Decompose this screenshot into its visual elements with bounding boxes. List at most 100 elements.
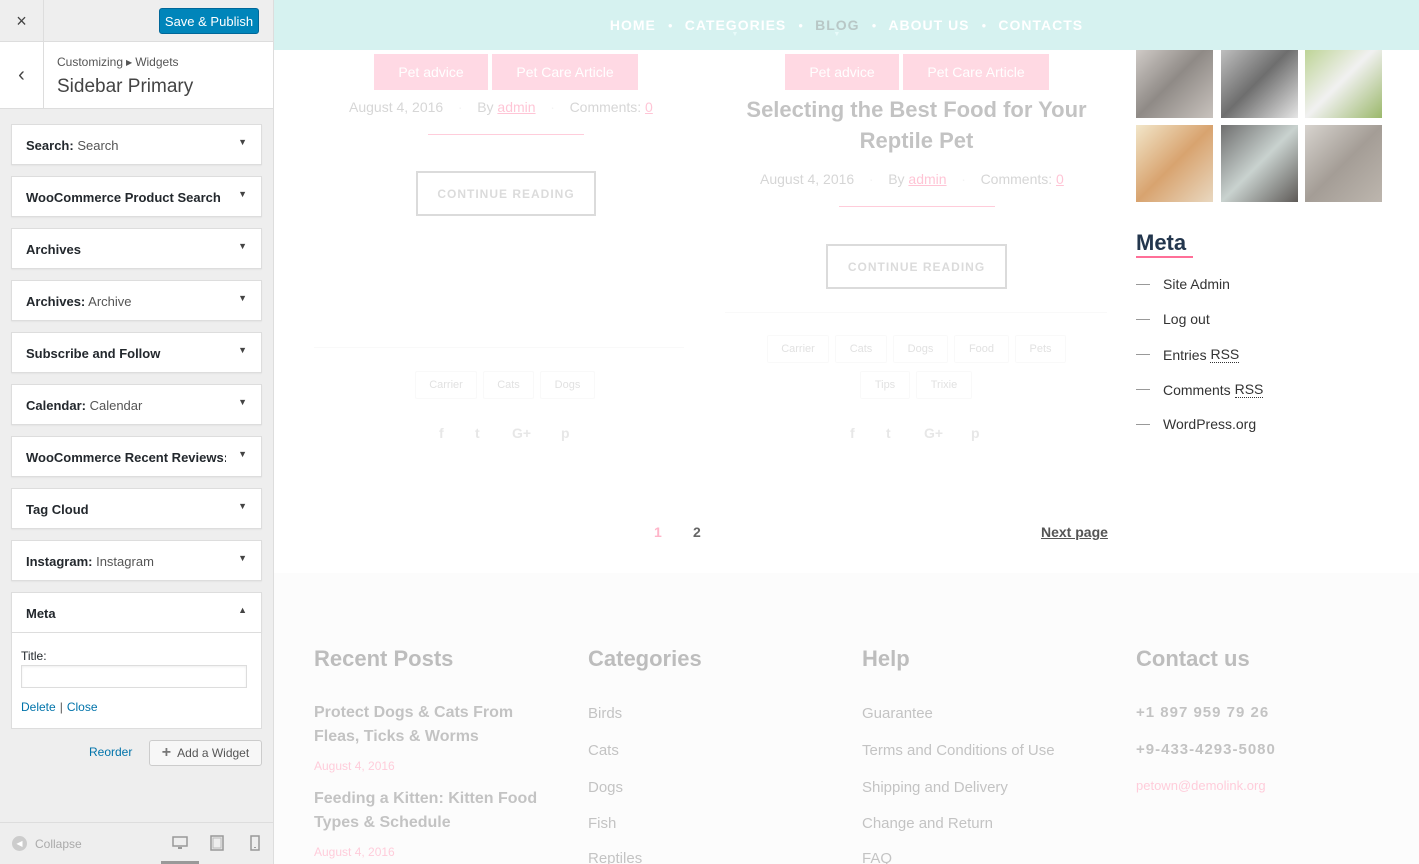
caret-down-icon[interactable]: ▼ [238, 553, 247, 563]
post-category-tag[interactable]: Pet Care Article [492, 54, 638, 90]
google-plus-icon[interactable]: G+ [512, 425, 531, 441]
tag-cloud-item[interactable]: Cats [835, 335, 887, 363]
footer-email-link[interactable]: petown@demolink.org [1136, 778, 1266, 793]
footer-help-link[interactable]: Terms and Conditions of Use [862, 742, 1055, 759]
tag-cloud-item[interactable]: Tips [860, 371, 910, 399]
footer-help-link[interactable]: FAQ [862, 850, 892, 864]
meta-link-site-admin[interactable]: Site Admin [1136, 276, 1230, 292]
widget-name: Archives [26, 242, 81, 257]
nav-contacts[interactable]: CONTACTS [998, 17, 1083, 33]
caret-down-icon[interactable]: ▼ [238, 189, 247, 199]
tag-cloud-item[interactable]: Carrier [415, 371, 477, 399]
footer-help-link[interactable]: Shipping and Delivery [862, 779, 1008, 796]
chevron-down-icon: ▼ [833, 31, 842, 38]
meta-link-log-out[interactable]: Log out [1136, 311, 1210, 327]
tag-cloud-item[interactable]: Dogs [540, 371, 595, 399]
post-comments-link[interactable]: 0 [645, 99, 653, 115]
next-page-link[interactable]: Next page [1041, 524, 1108, 540]
tag-cloud-item[interactable]: Dogs [893, 335, 948, 363]
desktop-preview-icon[interactable] [172, 835, 188, 851]
save-publish-button[interactable]: Save & Publish [159, 8, 259, 34]
add-widget-button[interactable]: + Add a Widget [149, 740, 262, 766]
post-comments-link[interactable]: 0 [1056, 171, 1064, 187]
pagination-page[interactable]: 2 [693, 524, 701, 540]
caret-down-icon[interactable]: ▼ [238, 241, 247, 251]
footer-help-link[interactable]: Guarantee [862, 705, 933, 722]
nav-categories[interactable]: CATEGORIES ▼ [685, 17, 787, 38]
mobile-preview-icon[interactable] [247, 835, 263, 851]
post-author-link[interactable]: admin [497, 99, 535, 115]
widget-meta[interactable]: Meta ▲ [11, 592, 262, 633]
widget-subscribe-follow[interactable]: Subscribe and Follow ▼ [11, 332, 262, 373]
caret-down-icon[interactable]: ▼ [238, 449, 247, 459]
meta-link-comments-rss[interactable]: Comments RSS [1136, 381, 1264, 398]
footer-post-date: August 4, 2016 [314, 759, 395, 773]
tablet-preview-icon[interactable] [209, 835, 225, 851]
caret-down-icon[interactable]: ▼ [238, 293, 247, 303]
reorder-link[interactable]: Reorder [89, 745, 132, 759]
footer-category-link[interactable]: Fish [588, 815, 616, 832]
post-title[interactable]: Selecting the Best Food for Your Reptile… [744, 94, 1089, 156]
widget-woocommerce-recent-reviews[interactable]: WooCommerce Recent Reviews: ... ▼ [11, 436, 262, 477]
instagram-photo[interactable] [1305, 41, 1382, 118]
meta-link-entries-rss[interactable]: Entries RSS [1136, 346, 1240, 363]
nav-home[interactable]: HOME [610, 17, 656, 33]
instagram-photo[interactable] [1136, 125, 1213, 202]
widget-search[interactable]: Search: Search ▼ [11, 124, 262, 165]
continue-reading-button[interactable]: CONTINUE READING [416, 171, 596, 216]
title-input[interactable] [21, 665, 247, 688]
post-category-tag[interactable]: Pet Care Article [903, 54, 1049, 90]
caret-down-icon[interactable]: ▼ [238, 397, 247, 407]
meta-link-label: Comments [1163, 381, 1231, 398]
post-category-tag[interactable]: Pet advice [785, 54, 899, 90]
nav-blog[interactable]: BLOG ▼ [815, 17, 859, 38]
widget-name: Tag Cloud [26, 502, 89, 517]
footer-category-link[interactable]: Cats [588, 742, 619, 759]
collapse-button[interactable]: ◀ Collapse [12, 836, 82, 851]
footer-category-link[interactable]: Birds [588, 705, 622, 722]
footer-post-link[interactable]: Protect Dogs & Cats From Fleas, Ticks & … [314, 701, 554, 749]
instagram-photo[interactable] [1221, 125, 1298, 202]
footer-post-link[interactable]: Feeding a Kitten: Kitten Food Types & Sc… [314, 787, 554, 835]
instagram-photo[interactable] [1221, 41, 1298, 118]
tag-cloud-item[interactable]: Pets [1015, 335, 1066, 363]
divider [839, 206, 995, 207]
caret-down-icon[interactable]: ▼ [238, 137, 247, 147]
facebook-icon[interactable]: f [439, 425, 444, 441]
close-icon[interactable]: × [0, 0, 44, 42]
delete-link[interactable]: Delete [21, 700, 56, 714]
back-arrow-icon[interactable]: ‹ [0, 42, 44, 108]
widget-archives-archive[interactable]: Archives: Archive ▼ [11, 280, 262, 321]
twitter-icon[interactable]: t [475, 425, 480, 441]
caret-down-icon[interactable]: ▼ [238, 501, 247, 511]
pinterest-icon[interactable]: p [971, 425, 980, 441]
tag-cloud-item[interactable]: Trixie [916, 371, 972, 399]
widget-archives[interactable]: Archives ▼ [11, 228, 262, 269]
meta-link-wordpress-org[interactable]: WordPress.org [1136, 416, 1256, 432]
close-link[interactable]: Close [67, 700, 98, 714]
nav-about-us[interactable]: ABOUT US [888, 17, 969, 33]
breadcrumb: Customizing ▶ Widgets [57, 55, 179, 69]
widget-woocommerce-product-search[interactable]: WooCommerce Product Search ▼ [11, 176, 262, 217]
facebook-icon[interactable]: f [850, 425, 855, 441]
post-category-tag[interactable]: Pet advice [374, 54, 488, 90]
twitter-icon[interactable]: t [886, 425, 891, 441]
instagram-photo[interactable] [1136, 41, 1213, 118]
tag-cloud-item[interactable]: Cats [483, 371, 534, 399]
tag-cloud-item[interactable]: Carrier [767, 335, 829, 363]
post-author-link[interactable]: admin [908, 171, 946, 187]
google-plus-icon[interactable]: G+ [924, 425, 943, 441]
instagram-photo[interactable] [1305, 125, 1382, 202]
footer-category-link[interactable]: Reptiles [588, 850, 642, 864]
widget-calendar[interactable]: Calendar: Calendar ▼ [11, 384, 262, 425]
tag-cloud-item[interactable]: Food [954, 335, 1009, 363]
widget-instagram[interactable]: Instagram: Instagram ▼ [11, 540, 262, 581]
pinterest-icon[interactable]: p [561, 425, 570, 441]
footer-help-link[interactable]: Change and Return [862, 815, 993, 832]
footer-category-link[interactable]: Dogs [588, 779, 623, 796]
widget-tag-cloud[interactable]: Tag Cloud ▼ [11, 488, 262, 529]
continue-reading-button[interactable]: CONTINUE READING [826, 244, 1007, 289]
footer-recent-posts-title: Recent Posts [314, 646, 454, 671]
caret-down-icon[interactable]: ▼ [238, 345, 247, 355]
caret-up-icon[interactable]: ▲ [238, 605, 247, 615]
